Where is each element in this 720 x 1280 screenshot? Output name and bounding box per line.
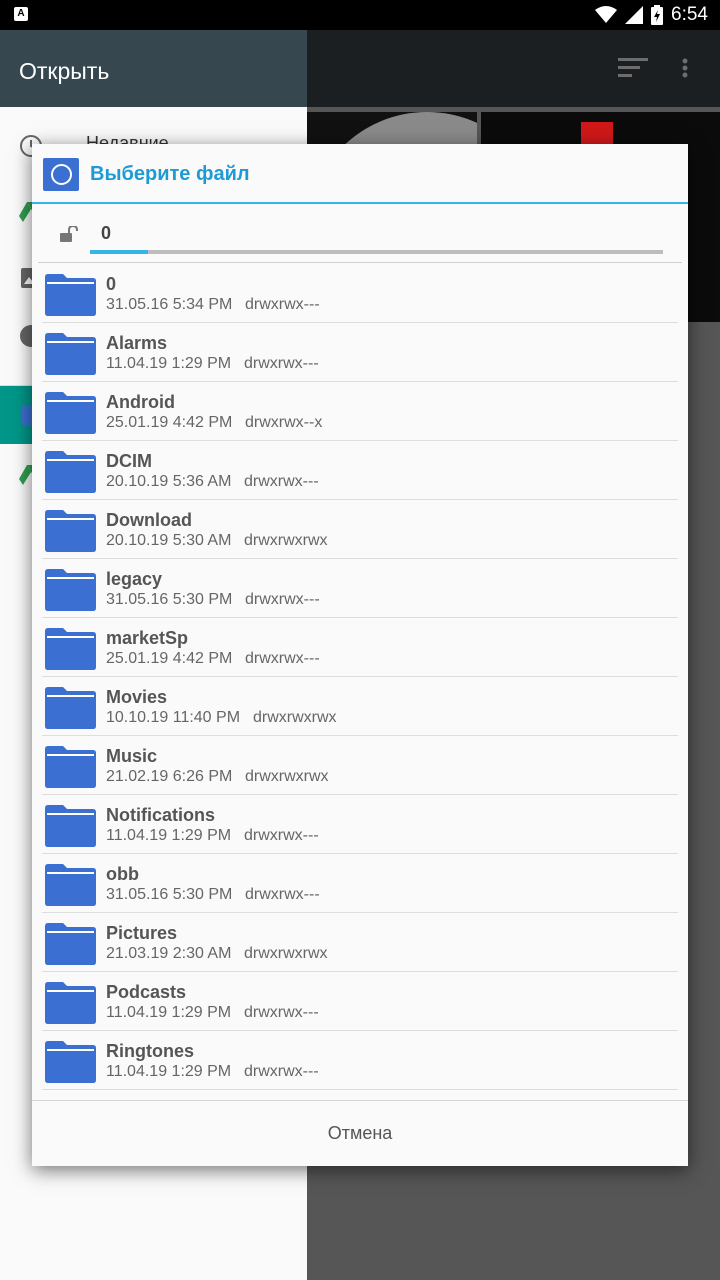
current-path[interactable]: 0	[101, 223, 111, 244]
file-date: 20.10.19 5:36 AM	[106, 473, 232, 490]
battery-charging-icon	[651, 5, 664, 25]
file-date: 25.01.19 4:42 PM	[106, 650, 233, 667]
file-permissions: drwxrwx--x	[245, 414, 323, 431]
notification-app-icon: A	[14, 7, 28, 21]
file-permissions: drwxrwxrwx	[244, 945, 328, 962]
file-permissions: drwxrwxrwx	[245, 768, 329, 785]
file-permissions: drwxrwx---	[245, 296, 320, 313]
file-date: 31.05.16 5:34 PM	[106, 296, 233, 313]
status-bar: A 6:54	[0, 0, 720, 30]
file-name: Movies	[106, 687, 168, 707]
drawer-title: Открыть	[0, 30, 307, 107]
folder-icon	[45, 981, 96, 1024]
file-row[interactable]: obb 31.05.16 5:30 PM drwxrwx---	[32, 854, 688, 913]
file-date: 11.04.19 1:29 PM	[106, 1004, 232, 1021]
dialog-header: Выберите файл	[32, 144, 688, 204]
more-vert-icon[interactable]	[682, 58, 688, 78]
file-row[interactable]	[32, 1090, 688, 1100]
file-row[interactable]: Ringtones 11.04.19 1:29 PM drwxrwx---	[32, 1031, 688, 1090]
file-name: Alarms	[106, 333, 168, 353]
unlock-icon[interactable]	[60, 226, 80, 242]
file-row[interactable]: Notifications 11.04.19 1:29 PM drwxrwx---	[32, 795, 688, 854]
folder-icon	[45, 627, 96, 670]
file-permissions: drwxrwx---	[244, 827, 319, 844]
folder-icon	[45, 686, 96, 729]
file-row[interactable]: Podcasts 11.04.19 1:29 PM drwxrwx---	[32, 972, 688, 1031]
file-permissions: drwxrwx---	[244, 355, 319, 372]
file-permissions: drwxrwx---	[244, 1004, 319, 1021]
file-name: Download	[106, 510, 192, 530]
file-row[interactable]: marketSp 25.01.19 4:42 PM drwxrwx---	[32, 618, 688, 677]
file-permissions: drwxrwx---	[244, 473, 319, 490]
clock: 6:54	[671, 4, 708, 25]
signal-icon	[625, 6, 644, 24]
path-scroll-indicator	[90, 250, 148, 254]
path-scroll-track	[90, 250, 663, 254]
file-name: Ringtones	[106, 1041, 194, 1061]
folder-icon	[45, 332, 96, 375]
file-date: 11.04.19 1:29 PM	[106, 355, 232, 372]
file-name: DCIM	[106, 451, 152, 471]
background-toolbar	[307, 30, 720, 107]
folder-icon	[45, 391, 96, 434]
folder-icon	[45, 273, 96, 316]
app-icon	[43, 158, 79, 191]
file-list: 0 31.05.16 5:34 PM drwxrwx--- Alarms 11.04.1…	[32, 264, 688, 1100]
file-date: 31.05.16 5:30 PM	[106, 886, 233, 903]
folder-icon	[45, 568, 96, 611]
file-permissions: drwxrwxrwx	[244, 532, 328, 549]
folder-icon	[45, 509, 96, 552]
file-row[interactable]: legacy 31.05.16 5:30 PM drwxrwx---	[32, 559, 688, 618]
file-date: 31.05.16 5:30 PM	[106, 591, 233, 608]
file-row[interactable]: Music 21.02.19 6:26 PM drwxrwxrwx	[32, 736, 688, 795]
file-date: 11.04.19 1:29 PM	[106, 827, 232, 844]
file-permissions: drwxrwx---	[245, 886, 320, 903]
file-name: Podcasts	[106, 982, 187, 1002]
path-bar[interactable]: 0	[32, 206, 688, 262]
file-row[interactable]: DCIM 20.10.19 5:36 AM drwxrwx---	[32, 441, 688, 500]
title-divider	[32, 202, 688, 204]
file-row[interactable]: Android 25.01.19 4:42 PM drwxrwx--x	[32, 382, 688, 441]
folder-icon	[45, 745, 96, 788]
file-name: Music	[106, 746, 158, 766]
cancel-button[interactable]: Отмена	[32, 1101, 688, 1166]
file-permissions: drwxrwx---	[245, 650, 320, 667]
file-row[interactable]: Alarms 11.04.19 1:29 PM drwxrwx---	[32, 323, 688, 382]
file-name: obb	[106, 864, 139, 884]
folder-icon	[45, 863, 96, 906]
folder-icon	[45, 1040, 96, 1083]
file-date: 10.10.19 11:40 PM	[106, 709, 241, 726]
status-icons: 6:54	[595, 4, 708, 26]
file-date: 21.02.19 6:26 PM	[106, 768, 233, 785]
dialog-title: Выберите файл	[90, 163, 250, 185]
file-row[interactable]: Movies 10.10.19 11:40 PM drwxrwxrwx	[32, 677, 688, 736]
file-date: 25.01.19 4:42 PM	[106, 414, 233, 431]
file-name: marketSp	[106, 628, 189, 648]
file-name: legacy	[106, 569, 163, 589]
file-date: 20.10.19 5:30 AM	[106, 532, 232, 549]
file-name: Notifications	[106, 805, 216, 825]
file-name: Pictures	[106, 923, 178, 943]
folder-icon	[45, 450, 96, 493]
file-permissions: drwxrwxrwx	[253, 709, 337, 726]
file-permissions: drwxrwx---	[245, 591, 320, 608]
folder-icon	[45, 922, 96, 965]
file-row[interactable]: 0 31.05.16 5:34 PM drwxrwx---	[32, 264, 688, 323]
file-chooser-dialog: Выберите файл 0 0 31.05.16 5:34 PM drwxrwx…	[32, 144, 688, 1166]
file-row[interactable]: Pictures 21.03.19 2:30 AM drwxrwxrwx	[32, 913, 688, 972]
file-date: 21.03.19 2:30 AM	[106, 945, 232, 962]
wifi-icon	[595, 6, 618, 23]
sort-icon[interactable]	[618, 58, 648, 78]
file-date: 11.04.19 1:29 PM	[106, 1063, 232, 1080]
path-divider	[38, 262, 682, 263]
file-name: 0	[106, 274, 117, 294]
file-name: Android	[106, 392, 175, 412]
folder-icon	[45, 804, 96, 847]
file-permissions: drwxrwx---	[244, 1063, 319, 1080]
file-row[interactable]: Download 20.10.19 5:30 AM drwxrwxrwx	[32, 500, 688, 559]
